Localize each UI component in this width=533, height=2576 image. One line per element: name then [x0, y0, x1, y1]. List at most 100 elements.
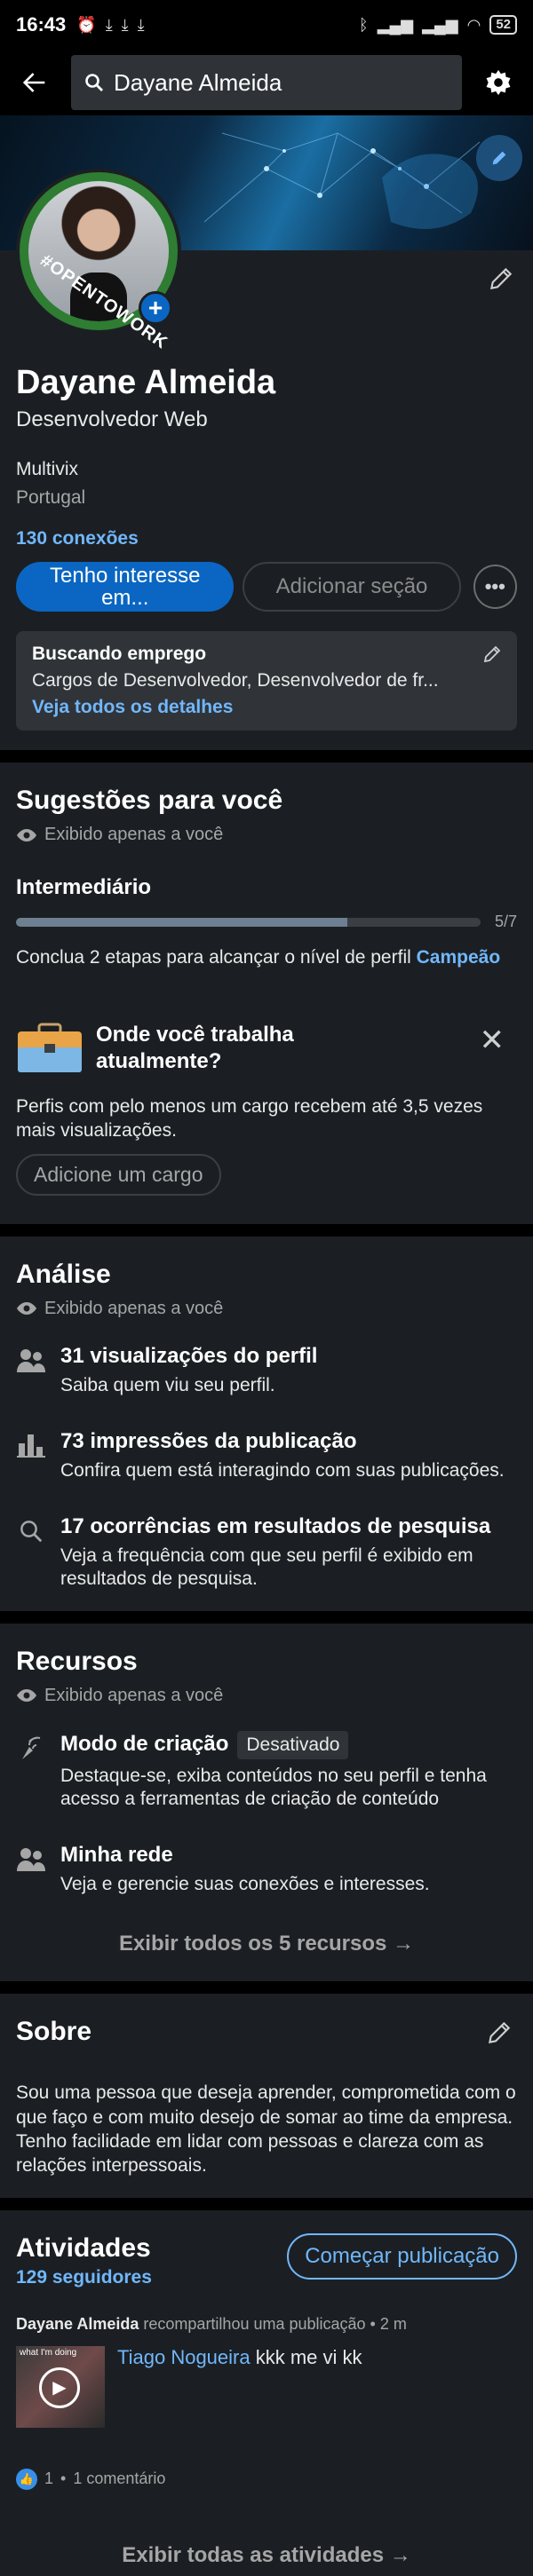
analytics-item-search-appearances[interactable]: 17 ocorrências em resultados de pesquisa…	[16, 1514, 517, 1592]
status-time: 16:43	[16, 13, 67, 36]
eye-icon	[17, 828, 36, 842]
start-post-button[interactable]: Começar publicação	[287, 2232, 517, 2280]
open-to-work-title: Buscando emprego	[32, 644, 207, 664]
activity-meta: Dayane Almeida recompartilhou uma public…	[16, 2314, 407, 2333]
open-to-button[interactable]: Tenho interesse em...	[16, 562, 235, 612]
post-author[interactable]: Tiago Nogueira	[117, 2346, 251, 2368]
section-divider	[0, 750, 533, 763]
gear-icon	[486, 69, 511, 96]
suggestion-description: Perfis com pelo menos um cargo recebem a…	[16, 1096, 483, 1142]
add-photo-button[interactable]: +	[139, 291, 172, 325]
arrow-right-icon: →	[393, 1932, 415, 1956]
profile-headline: Desenvolvedor Web	[16, 407, 208, 431]
settings-button[interactable]	[476, 60, 521, 105]
close-icon: ✕	[479, 1023, 505, 1057]
alarm-icon: ⏰	[76, 15, 97, 34]
play-icon: ▶	[39, 2367, 80, 2408]
download-icon: ⤓	[105, 15, 113, 34]
status-badge: Desativado	[237, 1730, 349, 1759]
people-icon	[17, 1348, 45, 1372]
download-icon: ⤓	[137, 15, 145, 34]
add-section-button[interactable]: Adicionar seção	[243, 562, 461, 612]
eye-icon	[17, 1302, 36, 1316]
private-note: Exibido apenas a você	[44, 1685, 224, 1705]
section-divider	[0, 1981, 533, 1995]
comments-count: 1 comentário	[73, 2469, 166, 2488]
analytics-section: Análise Exibido apenas a você 31 visuali…	[0, 1236, 533, 1611]
dismiss-suggestion-button[interactable]: ✕	[480, 1025, 505, 1055]
about-section: Sobre Sou uma pessoa que deseja aprender…	[0, 1994, 533, 2198]
search-input[interactable]	[114, 68, 449, 97]
status-bar: 16:43 ⏰ ⤓ ⤓ ⤓ ᛒ ▂▄▆ ▂▄▆ ◠ 52	[0, 0, 533, 50]
post-thumbnail[interactable]: what I'm doing ▶	[16, 2345, 105, 2428]
suggestions-section: Sugestões para você Exibido apenas a voc…	[0, 763, 533, 1224]
wifi-icon: ◠	[466, 15, 481, 34]
more-options-button[interactable]: •••	[473, 565, 517, 609]
activity-section: Atividades 129 seguidores Começar public…	[0, 2209, 533, 2576]
add-position-button[interactable]: Adicione um cargo	[16, 1153, 221, 1196]
target-level: Campeão	[416, 947, 501, 968]
pencil-icon	[483, 645, 501, 663]
arrow-left-icon	[22, 73, 45, 92]
like-icon: 👍	[16, 2468, 37, 2490]
analytics-title: Análise	[16, 1259, 111, 1289]
post-text: Tiago Nogueira kkk me vi kk	[117, 2345, 362, 2368]
about-text: Sou uma pessoa que deseja aprender, comp…	[16, 2082, 516, 2177]
back-button[interactable]	[12, 60, 57, 105]
analytics-item-profile-views[interactable]: 31 visualizações do perfil Saiba quem vi…	[16, 1344, 517, 1397]
progress-label: 5/7	[494, 913, 517, 930]
profile-actions: Tenho interesse em... Adicionar seção ••…	[16, 562, 517, 612]
search-field[interactable]	[71, 55, 462, 110]
edit-open-to-work-button[interactable]	[481, 644, 503, 669]
section-divider	[0, 1610, 533, 1624]
activity-post[interactable]: what I'm doing ▶ Tiago Nogueira kkk me v…	[16, 2345, 517, 2428]
profile-location: Portugal	[16, 487, 86, 508]
open-to-work-details-link[interactable]: Veja todos os detalhes	[32, 697, 501, 718]
signal-icon: ▂▄▆	[422, 15, 458, 34]
pencil-icon	[488, 2022, 511, 2044]
connections-link[interactable]: 130 conexões	[16, 528, 517, 549]
suggestions-title: Sugestões para você	[16, 786, 283, 815]
edit-profile-button[interactable]	[487, 265, 515, 297]
battery-indicator: 52	[489, 15, 517, 35]
edit-cover-button[interactable]	[476, 135, 522, 181]
open-to-work-description: Cargos de Desenvolvedor, Desenvolvedor d…	[32, 670, 439, 691]
about-title: Sobre	[16, 2017, 92, 2047]
post-reactions[interactable]: 👍 1 • 1 comentário	[16, 2468, 517, 2490]
open-to-work-card[interactable]: Buscando emprego Cargos de Desenvolvedor…	[16, 631, 517, 731]
profile-card: #OPENTOWORK + Dayane Almeida Desenvolved…	[0, 169, 533, 750]
profile-page: 16:43 ⏰ ⤓ ⤓ ⤓ ᛒ ▂▄▆ ▂▄▆ ◠ 52 Dayane Alme…	[0, 0, 533, 2576]
suggestion-card: Onde você trabalha atualmente? ✕ Perfis …	[16, 1013, 517, 1205]
bar-chart-icon	[17, 1434, 45, 1458]
show-all-activity-button[interactable]: Exibir todas as atividades →	[16, 2543, 517, 2573]
resource-item-my-network[interactable]: Minha rede Veja e gerencie suas conexões…	[16, 1843, 517, 1896]
profile-name: Dayane Almeida	[16, 364, 276, 401]
pencil-icon	[492, 151, 506, 165]
level-description: Conclua 2 etapas para alcançar o nível d…	[16, 947, 501, 968]
resource-item-creator-mode[interactable]: Modo de criação Desativado Destaque-se, e…	[16, 1730, 517, 1812]
search-icon	[20, 1521, 43, 1543]
profile-company: Multivix	[16, 459, 79, 479]
briefcase-icon	[18, 1023, 82, 1072]
pencil-icon	[489, 267, 513, 290]
download-icon: ⤓	[121, 15, 129, 34]
arrow-right-icon: →	[389, 2542, 411, 2567]
search-icon	[85, 74, 103, 91]
activity-title: Atividades	[16, 2232, 151, 2263]
people-icon	[17, 1848, 45, 1872]
profile-level: Intermediário	[16, 875, 152, 899]
avatar[interactable]: #OPENTOWORK +	[16, 169, 181, 353]
followers-link[interactable]: 129 seguidores	[16, 2267, 152, 2288]
analytics-item-post-impressions[interactable]: 73 impressões da publicação Confira quem…	[16, 1429, 517, 1482]
show-all-resources-button[interactable]: Exibir todos os 5 recursos →	[16, 1932, 517, 1962]
private-note: Exibido apenas a você	[44, 825, 224, 844]
profile-progress-bar	[16, 917, 481, 927]
eye-icon	[17, 1689, 36, 1703]
signal-icon: ▂▄▆	[377, 15, 414, 34]
resources-section: Recursos Exibido apenas a você Modo de c…	[0, 1623, 533, 1982]
top-bar	[0, 50, 533, 115]
suggestion-title: Onde você trabalha atualmente?	[96, 1023, 294, 1073]
edit-about-button[interactable]	[485, 2019, 513, 2051]
resources-title: Recursos	[16, 1646, 138, 1676]
section-divider	[0, 1223, 533, 1237]
